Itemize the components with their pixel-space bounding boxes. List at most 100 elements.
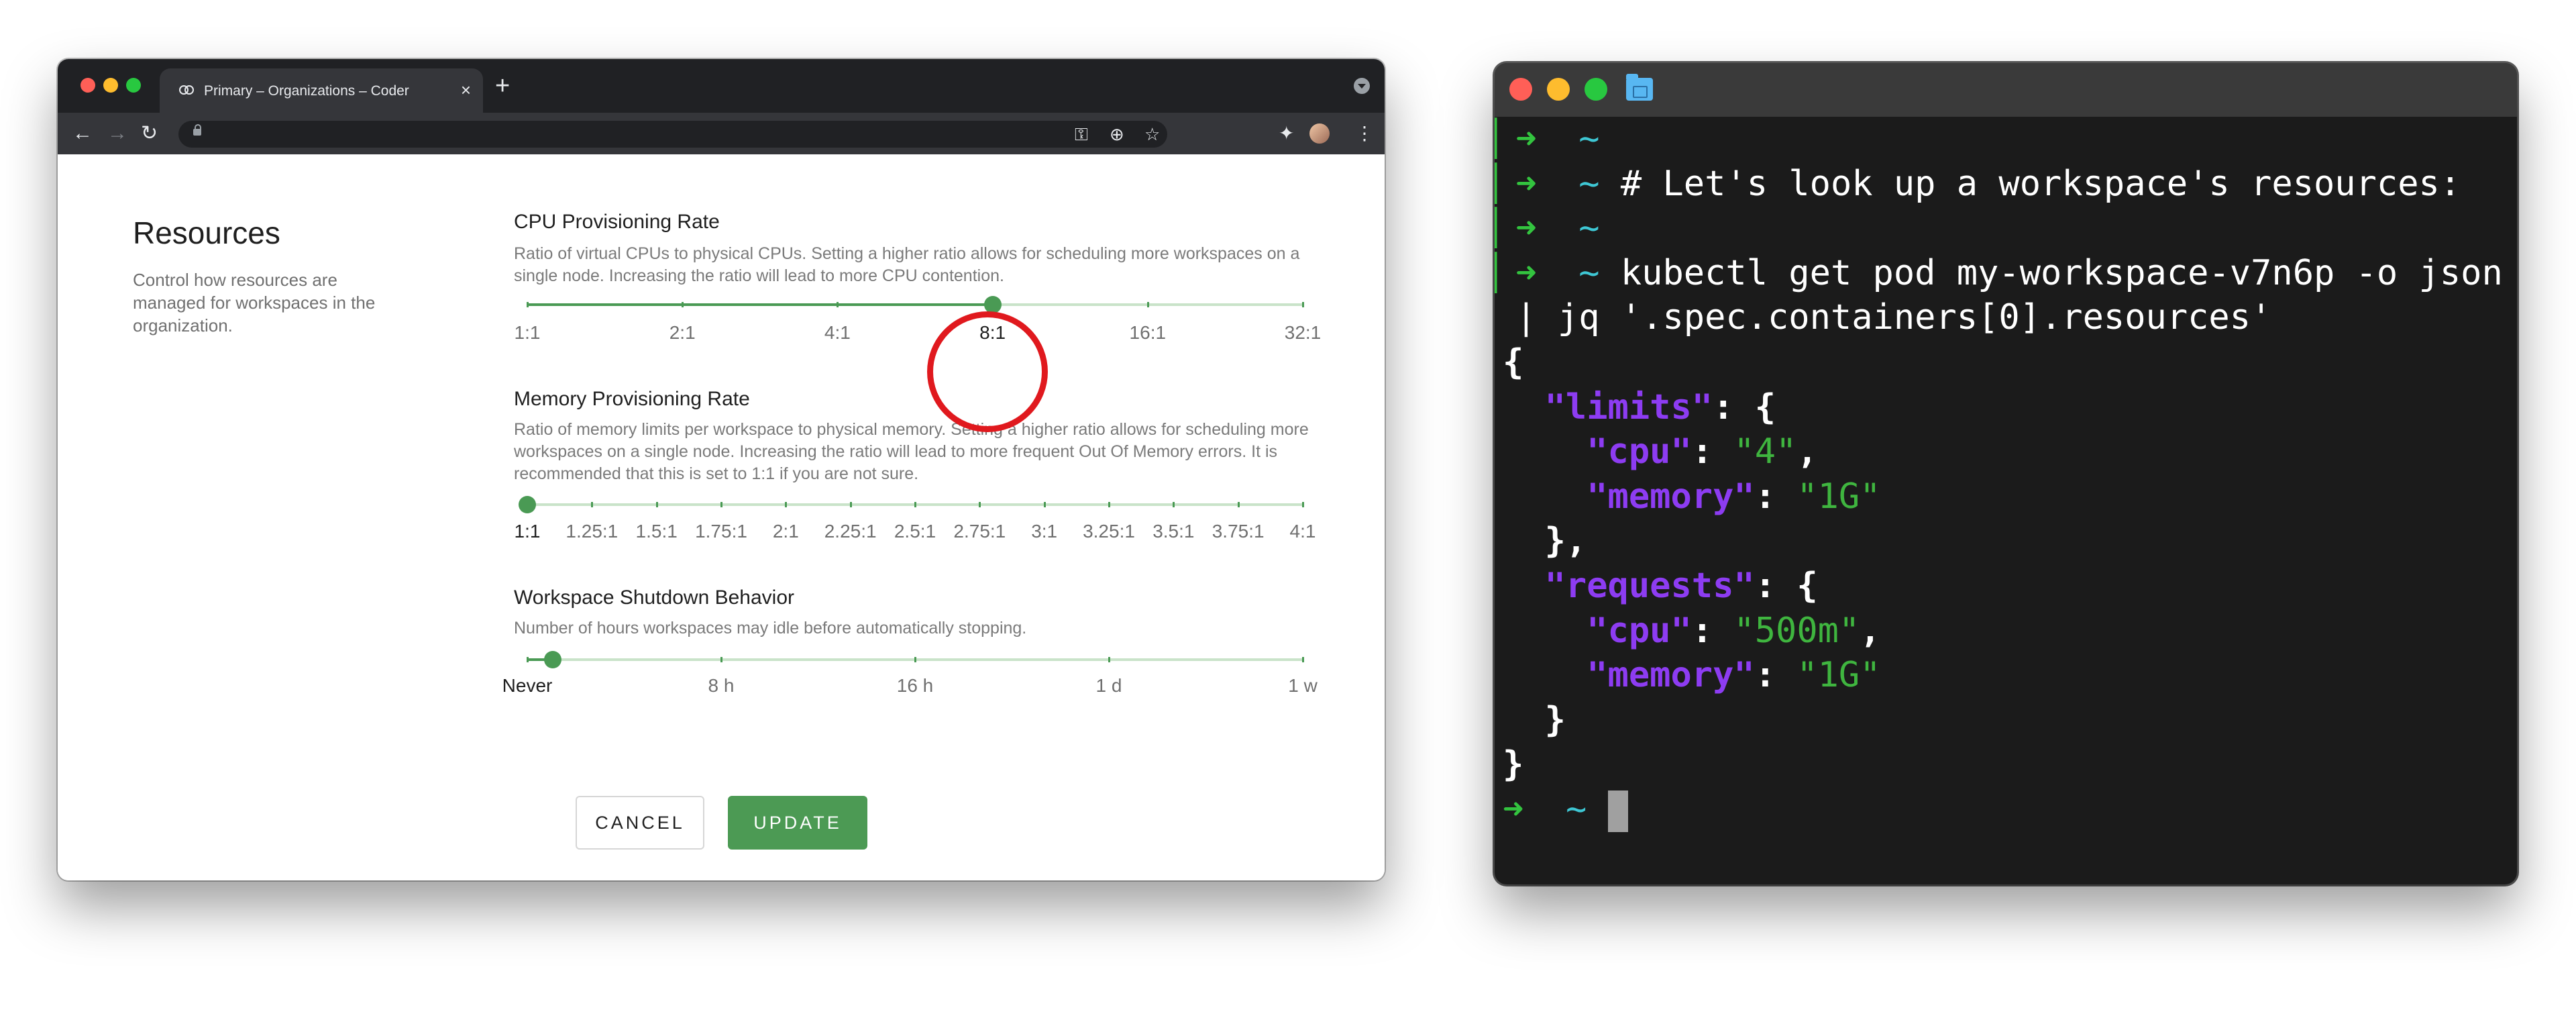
memory-mark-label[interactable]: 1.5:1 [636, 521, 678, 542]
shutdown-mark-label[interactable]: 8 h [708, 675, 735, 697]
memory-tick [785, 502, 788, 507]
terminal-line: "cpu": "4", [1587, 431, 1818, 472]
cpu-mark-label[interactable]: 4:1 [824, 322, 851, 344]
forward-icon[interactable]: → [107, 122, 127, 145]
terminal-zoom-button[interactable] [1585, 78, 1607, 101]
memory-rate-title: Memory Provisioning Rate [514, 388, 750, 410]
memory-tick [1237, 502, 1240, 507]
terminal-minimize-button[interactable] [1547, 78, 1570, 101]
shutdown-tick [527, 657, 529, 662]
close-window-button[interactable] [80, 78, 95, 93]
highlight-circle [927, 311, 1048, 432]
terminal-line: }, [1503, 521, 1587, 562]
memory-slider-track[interactable] [527, 502, 1304, 507]
folder-icon [1626, 74, 1653, 101]
shutdown-mark-label[interactable]: 1 w [1288, 675, 1318, 697]
memory-mark-label[interactable]: 1.25:1 [566, 521, 618, 542]
terminal-line: ▏➜ ~ kubectl get pod my-workspace-v7n6p … [1495, 252, 2503, 293]
terminal-line: "requests": { [1544, 566, 1818, 606]
shutdown-mark-label[interactable]: 16 h [897, 675, 934, 697]
shutdown-slider-track[interactable] [527, 657, 1304, 662]
memory-tick [1302, 502, 1304, 507]
terminal-output[interactable]: ▏➜ ~ ▏➜ ~ # Let's look up a workspace's … [1495, 117, 2517, 884]
terminal-line: ▏➜ ~ [1495, 208, 1600, 249]
memory-tick [1173, 502, 1175, 507]
memory-tick [1043, 502, 1046, 507]
memory-mark-label[interactable]: 3.75:1 [1212, 521, 1265, 542]
memory-mark-label[interactable]: 4:1 [1290, 521, 1316, 542]
cpu-tick [837, 302, 839, 307]
shutdown-slider-thumb[interactable] [544, 651, 561, 668]
address-bar[interactable]: ⚿ ⊕ ☆ [178, 121, 1167, 148]
zoom-icon[interactable]: ⊕ [1110, 123, 1124, 146]
shutdown-tick [1108, 657, 1110, 662]
shutdown-tick [1302, 657, 1304, 662]
cpu-slider-track[interactable] [527, 302, 1304, 307]
terminal-window: ▏➜ ~ ▏➜ ~ # Let's look up a workspace's … [1495, 63, 2517, 884]
shutdown-mark-label[interactable]: 1 d [1096, 675, 1122, 697]
cpu-rate-title: CPU Provisioning Rate [514, 211, 720, 233]
coder-favicon-icon [179, 85, 194, 95]
terminal-line: "limits": { [1544, 387, 1776, 427]
cpu-mark-label[interactable]: 16:1 [1130, 322, 1167, 344]
shutdown-tick [720, 657, 722, 662]
cpu-mark-label[interactable]: 1:1 [515, 322, 541, 344]
terminal-line: "memory": "1G" [1587, 655, 1881, 696]
terminal-titlebar [1495, 63, 2517, 117]
memory-mark-label[interactable]: 2.75:1 [953, 521, 1006, 542]
memory-mark-label[interactable]: 1:1 [515, 521, 541, 542]
memory-tick [914, 502, 916, 507]
memory-tick [591, 502, 594, 507]
reload-icon[interactable]: ↻ [141, 122, 158, 145]
terminal-line: } [1503, 699, 1566, 740]
browser-tab[interactable]: Primary – Organizations – Coder × [160, 68, 483, 113]
memory-tick [979, 502, 981, 507]
section-description: Control how resources are managed for wo… [133, 270, 376, 336]
shutdown-tick [914, 657, 916, 662]
memory-mark-label[interactable]: 3:1 [1031, 521, 1057, 542]
memory-mark-label[interactable]: 2.5:1 [894, 521, 936, 542]
terminal-line: ▏➜ ~ # Let's look up a workspace's resou… [1495, 163, 2461, 204]
zoom-window-button[interactable] [126, 78, 141, 93]
terminal-line: ▏➜ ~ [1495, 119, 1600, 159]
page-title: Resources [133, 215, 280, 250]
update-button[interactable]: UPDATE [728, 796, 867, 850]
browser-window: Primary – Organizations – Coder × + ← → … [58, 59, 1385, 880]
minimize-window-button[interactable] [103, 78, 118, 93]
key-icon[interactable]: ⚿ [1075, 123, 1088, 146]
memory-mark-label[interactable]: 3.5:1 [1152, 521, 1194, 542]
shutdown-title: Workspace Shutdown Behavior [514, 586, 795, 609]
memory-mark-label[interactable]: 2.25:1 [824, 521, 877, 542]
memory-mark-label[interactable]: 3.25:1 [1083, 521, 1135, 542]
new-tab-icon[interactable]: + [495, 72, 510, 99]
cpu-tick [682, 302, 684, 307]
terminal-line: "cpu": "500m", [1587, 610, 1881, 651]
tab-search-icon[interactable] [1354, 78, 1370, 94]
terminal-line: "memory": "1G" [1587, 476, 1881, 517]
more-menu-icon[interactable]: ⋮ [1355, 122, 1374, 145]
terminal-line: | jq '.spec.containers[0].resources' [1495, 297, 2272, 338]
lock-icon [193, 124, 201, 136]
back-icon[interactable]: ← [72, 122, 93, 145]
memory-mark-label[interactable]: 1.75:1 [695, 521, 747, 542]
cpu-mark-label[interactable]: 32:1 [1285, 322, 1322, 344]
terminal-line: { [1503, 342, 1524, 382]
cpu-tick [1302, 302, 1304, 307]
memory-tick [655, 502, 658, 507]
terminal-close-button[interactable] [1509, 78, 1532, 101]
cancel-button[interactable]: CANCEL [576, 796, 704, 850]
avatar[interactable] [1309, 123, 1330, 144]
tab-title: Primary – Organizations – Coder [204, 83, 409, 99]
cpu-mark-label[interactable]: 2:1 [669, 322, 696, 344]
terminal-prompt-line: ➜ ~ [1503, 787, 1628, 832]
shutdown-description: Number of hours workspaces may idle befo… [514, 619, 1027, 638]
shutdown-mark-label[interactable]: Never [502, 675, 553, 697]
bookmark-star-icon[interactable]: ☆ [1144, 123, 1160, 146]
memory-mark-label[interactable]: 2:1 [773, 521, 799, 542]
memory-tick [1108, 502, 1110, 507]
cpu-tick [527, 302, 529, 307]
memory-tick [720, 502, 722, 507]
extensions-icon[interactable]: ✦ [1279, 122, 1294, 145]
close-tab-icon[interactable]: × [461, 81, 471, 99]
memory-slider-thumb[interactable] [519, 496, 536, 513]
